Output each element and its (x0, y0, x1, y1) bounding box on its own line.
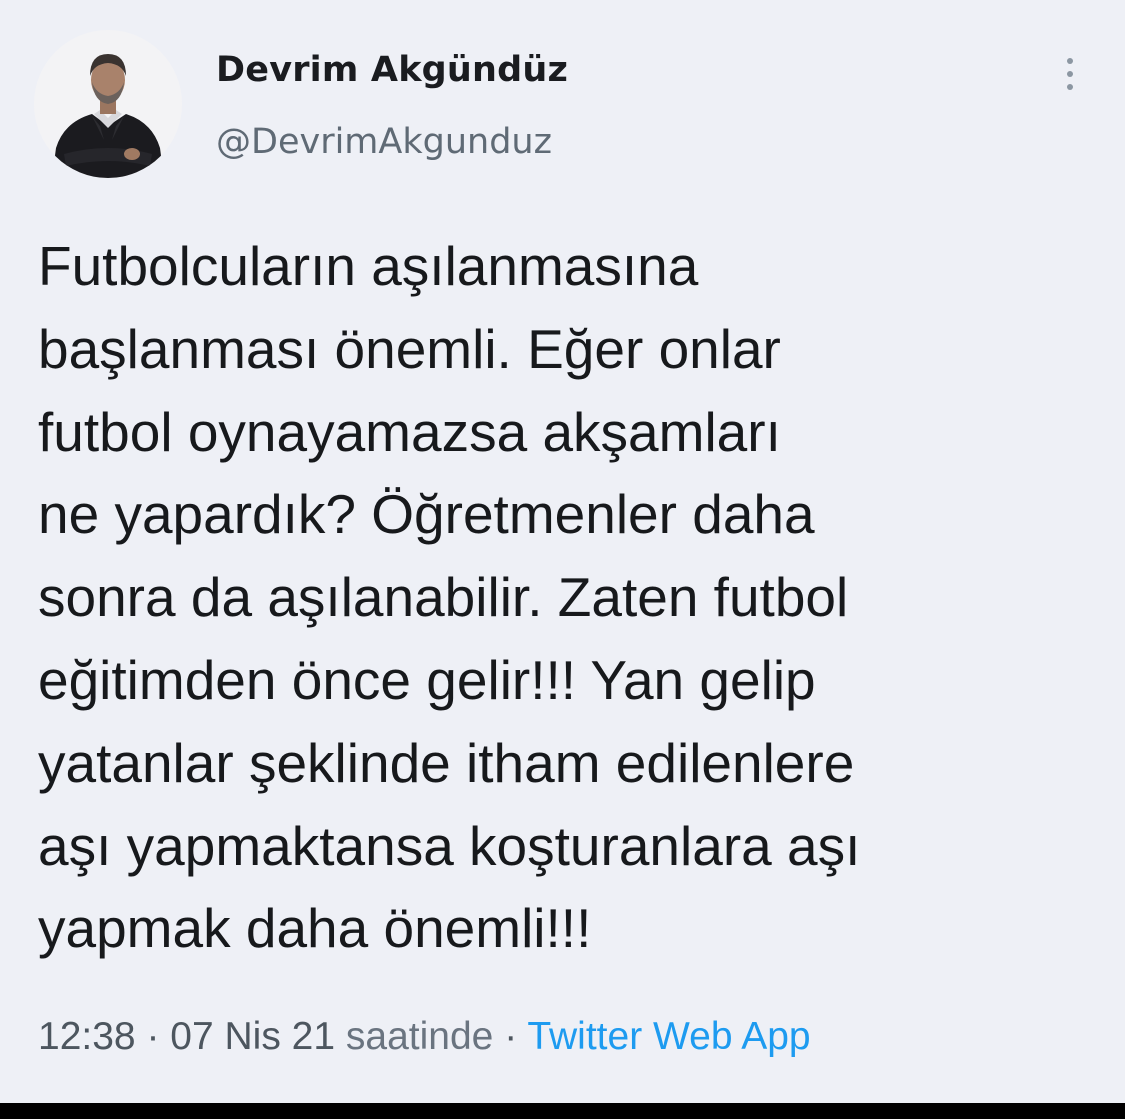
author-display-name[interactable]: Devrim Akgündüz (216, 50, 568, 90)
meta-separator: · (504, 1015, 518, 1058)
tweet-time[interactable]: 12:38 (38, 1015, 136, 1058)
tweet-text: Futbolcuların aşılanmasına başlanması ön… (38, 225, 860, 970)
tweet-text-line: sonra da aşılanabilir. Zaten futbol (38, 566, 849, 629)
more-options-button[interactable] (1058, 52, 1082, 96)
tweet-card: Devrim Akgündüz @DevrimAkgunduz Futbolcu… (0, 0, 1125, 1103)
tweet-text-line: aşı yapmaktansa koşturanlara aşı (38, 814, 861, 877)
tweet-date-suffix: saatinde (345, 1015, 494, 1058)
tweet-text-line: futbol oynayamazsa akşamları (38, 400, 781, 463)
tweet-meta: 12:38 · 07 Nis 21 saatinde · Twitter Web… (38, 1015, 811, 1059)
tweet-date[interactable]: 07 Nis 21 (170, 1015, 335, 1058)
tweet-text-line: yapmak daha önemli!!! (38, 897, 592, 960)
avatar-photo (34, 30, 182, 178)
tweet-text-line: başlanması önemli. Eğer onlar (38, 317, 781, 380)
tweet-text-line: yatanlar şeklinde itham edilenlere (38, 731, 855, 794)
meta-separator: · (146, 1015, 160, 1058)
tweet-text-line: eğitimden önce gelir!!! Yan gelip (38, 648, 816, 711)
avatar[interactable] (34, 30, 182, 178)
tweet-text-line: Futbolcuların aşılanmasına (38, 235, 699, 297)
tweet-text-line: ne yapardık? Öğretmenler daha (38, 483, 815, 546)
author-handle[interactable]: @DevrimAkgunduz (216, 122, 552, 162)
tweet-source-link[interactable]: Twitter Web App (527, 1015, 810, 1058)
